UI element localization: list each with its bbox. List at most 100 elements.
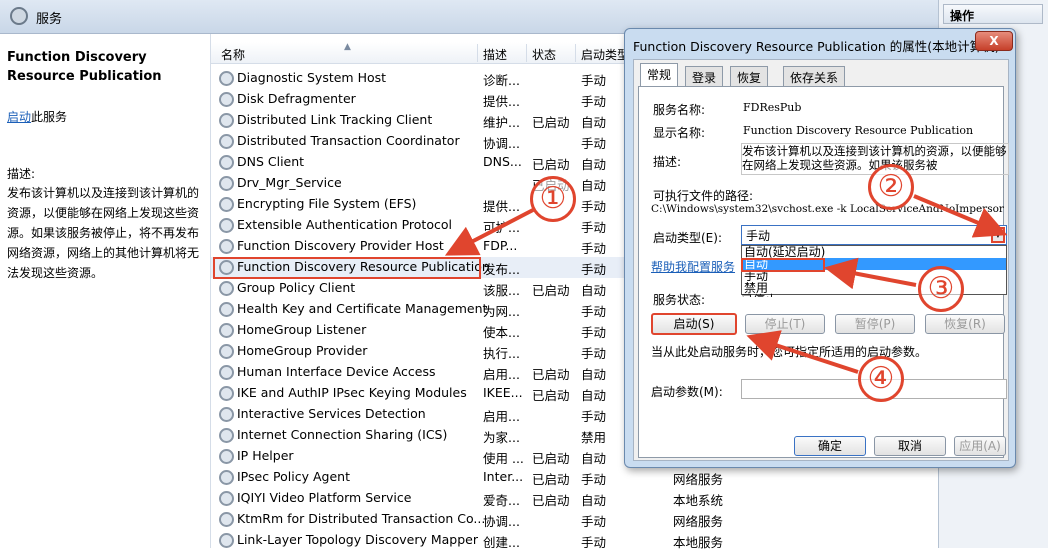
service-gear-icon	[219, 176, 234, 191]
table-row[interactable]: KtmRm for Distributed Transaction Co... 协…	[211, 509, 939, 530]
service-gear-icon	[219, 428, 234, 443]
tab-general[interactable]: 常规	[640, 63, 679, 87]
dialog-title: Function Discovery Resource Publication …	[633, 39, 1000, 54]
resume-button[interactable]: 恢复(R)	[925, 314, 1005, 334]
service-name-cell: HomeGroup Provider	[237, 343, 368, 358]
startup-type-dropdown[interactable]: 手动 ▼	[741, 225, 1007, 245]
service-logon-cell: 本地系统	[673, 493, 724, 508]
service-startup-cell: 自动	[581, 178, 607, 193]
callout-3: ③	[918, 266, 964, 312]
column-description[interactable]: 描述	[483, 46, 507, 63]
service-desc-cell: 该服...	[483, 283, 520, 298]
service-status-cell: 已启动	[532, 157, 570, 172]
tab-dependencies[interactable]: 依存关系	[783, 66, 846, 86]
display-name-value: Function Discovery Resource Publication	[743, 124, 974, 137]
service-gear-icon	[219, 134, 234, 149]
start-service-line: 启动此服务	[7, 108, 67, 125]
service-desc-cell: 协调...	[483, 514, 520, 529]
callout-2: ②	[868, 164, 914, 210]
tab-recovery[interactable]: 恢复	[730, 66, 769, 86]
start-button[interactable]: 启动(S)	[651, 313, 737, 335]
service-gear-icon	[219, 302, 234, 317]
service-desc-cell: IKEE...	[483, 385, 523, 400]
service-gear-icon	[219, 365, 234, 380]
service-name-cell: Health Key and Certificate Management	[237, 301, 488, 316]
service-name-cell: Internet Connection Sharing (ICS)	[237, 427, 448, 442]
service-startup-cell: 手动	[581, 199, 607, 214]
service-gear-icon	[219, 92, 234, 107]
service-gear-icon	[219, 386, 234, 401]
service-name-cell: Link-Layer Topology Discovery Mapper	[237, 532, 478, 547]
ok-button[interactable]: 确定	[794, 436, 866, 456]
service-gear-icon	[219, 407, 234, 422]
service-startup-cell: 手动	[581, 304, 607, 319]
service-name-cell: IKE and AuthIP IPsec Keying Modules	[237, 385, 467, 400]
service-gear-icon	[219, 113, 234, 128]
service-description-pane: Function Discovery Resource Publication …	[0, 34, 210, 548]
dialog-body: 常规 登录 恢复 依存关系 服务名称: FDResPub 显示名称: Funct…	[633, 59, 1009, 461]
start-params-label: 启动参数(M):	[651, 385, 723, 399]
apply-button[interactable]: 应用(A)	[954, 436, 1006, 456]
service-desc-cell: 爱奇...	[483, 493, 520, 508]
service-startup-cell: 手动	[581, 535, 607, 550]
service-name-value: FDResPub	[743, 101, 802, 114]
service-startup-cell: 自动	[581, 283, 607, 298]
tab-logon[interactable]: 登录	[685, 66, 724, 86]
service-desc-cell: 为网...	[483, 304, 520, 319]
startup-type-value: 手动	[746, 229, 771, 243]
option-auto-delayed[interactable]: 自动(延迟启动)	[742, 246, 1006, 258]
service-gear-icon	[219, 155, 234, 170]
service-startup-cell: 手动	[581, 73, 607, 88]
service-gear-icon	[219, 449, 234, 464]
column-status[interactable]: 状态	[532, 46, 556, 63]
service-status-value: 已停止	[741, 291, 777, 297]
service-desc-cell: 创建...	[483, 535, 520, 550]
service-startup-cell: 自动	[581, 157, 607, 172]
start-service-suffix: 此服务	[31, 110, 68, 124]
service-status-cell: 已启动	[532, 493, 570, 508]
selected-service-title: Function Discovery Resource Publication	[7, 50, 162, 84]
service-desc-cell: FDP...	[483, 238, 518, 253]
service-desc-cell: Inter...	[483, 469, 524, 484]
service-startup-cell: 自动	[581, 115, 607, 130]
sort-arrow-icon: ▲	[344, 42, 351, 52]
service-desc-cell: 使本...	[483, 325, 520, 340]
column-name[interactable]: 名称	[221, 46, 245, 63]
service-status-cell: 已启动	[532, 115, 570, 130]
service-logon-cell: 网络服务	[673, 514, 724, 529]
service-desc-cell: 执行...	[483, 346, 520, 361]
table-row[interactable]: IQIYI Video Platform Service 爱奇... 已启动 自动 本地…	[211, 488, 939, 509]
service-logon-cell: 网络服务	[673, 472, 724, 487]
service-startup-cell: 手动	[581, 325, 607, 340]
stop-button[interactable]: 停止(T)	[745, 314, 825, 334]
option-disabled[interactable]: 禁用	[742, 282, 1006, 294]
service-status-cell: 已启动	[532, 388, 570, 403]
service-startup-cell: 手动	[581, 514, 607, 529]
service-gear-icon	[219, 71, 234, 86]
pause-button[interactable]: 暂停(P)	[835, 314, 915, 334]
help-configure-link[interactable]: 帮助我配置服务	[651, 258, 735, 275]
service-startup-cell: 自动	[581, 367, 607, 382]
start-service-link[interactable]: 启动	[7, 110, 31, 124]
service-startup-cell: 禁用	[581, 430, 607, 445]
service-desc-cell: 提供...	[483, 199, 520, 214]
chevron-down-icon[interactable]: ▼	[991, 227, 1005, 243]
service-name-cell: Function Discovery Provider Host	[237, 238, 444, 253]
service-gear-icon	[219, 197, 234, 212]
auto-option-highlight-box	[741, 258, 825, 272]
service-name-cell: IQIYI Video Platform Service	[237, 490, 412, 505]
services-gear-icon	[10, 7, 28, 25]
dialog-close-button[interactable]: X	[975, 31, 1013, 51]
callout-1: ①	[530, 176, 576, 222]
column-startup-type[interactable]: 启动类型	[581, 46, 629, 63]
service-startup-cell: 手动	[581, 136, 607, 151]
service-gear-icon	[219, 344, 234, 359]
table-row[interactable]: IPsec Policy Agent Inter... 已启动 手动 网络服务	[211, 467, 939, 488]
service-desc-cell: 为家...	[483, 430, 520, 445]
service-startup-cell: 手动	[581, 346, 607, 361]
cancel-button[interactable]: 取消	[874, 436, 946, 456]
service-desc-cell: 发布...	[483, 262, 520, 277]
service-startup-cell: 自动	[581, 451, 607, 466]
executable-path-label: 可执行文件的路径:	[653, 189, 754, 203]
service-status-label: 服务状态:	[653, 293, 706, 307]
